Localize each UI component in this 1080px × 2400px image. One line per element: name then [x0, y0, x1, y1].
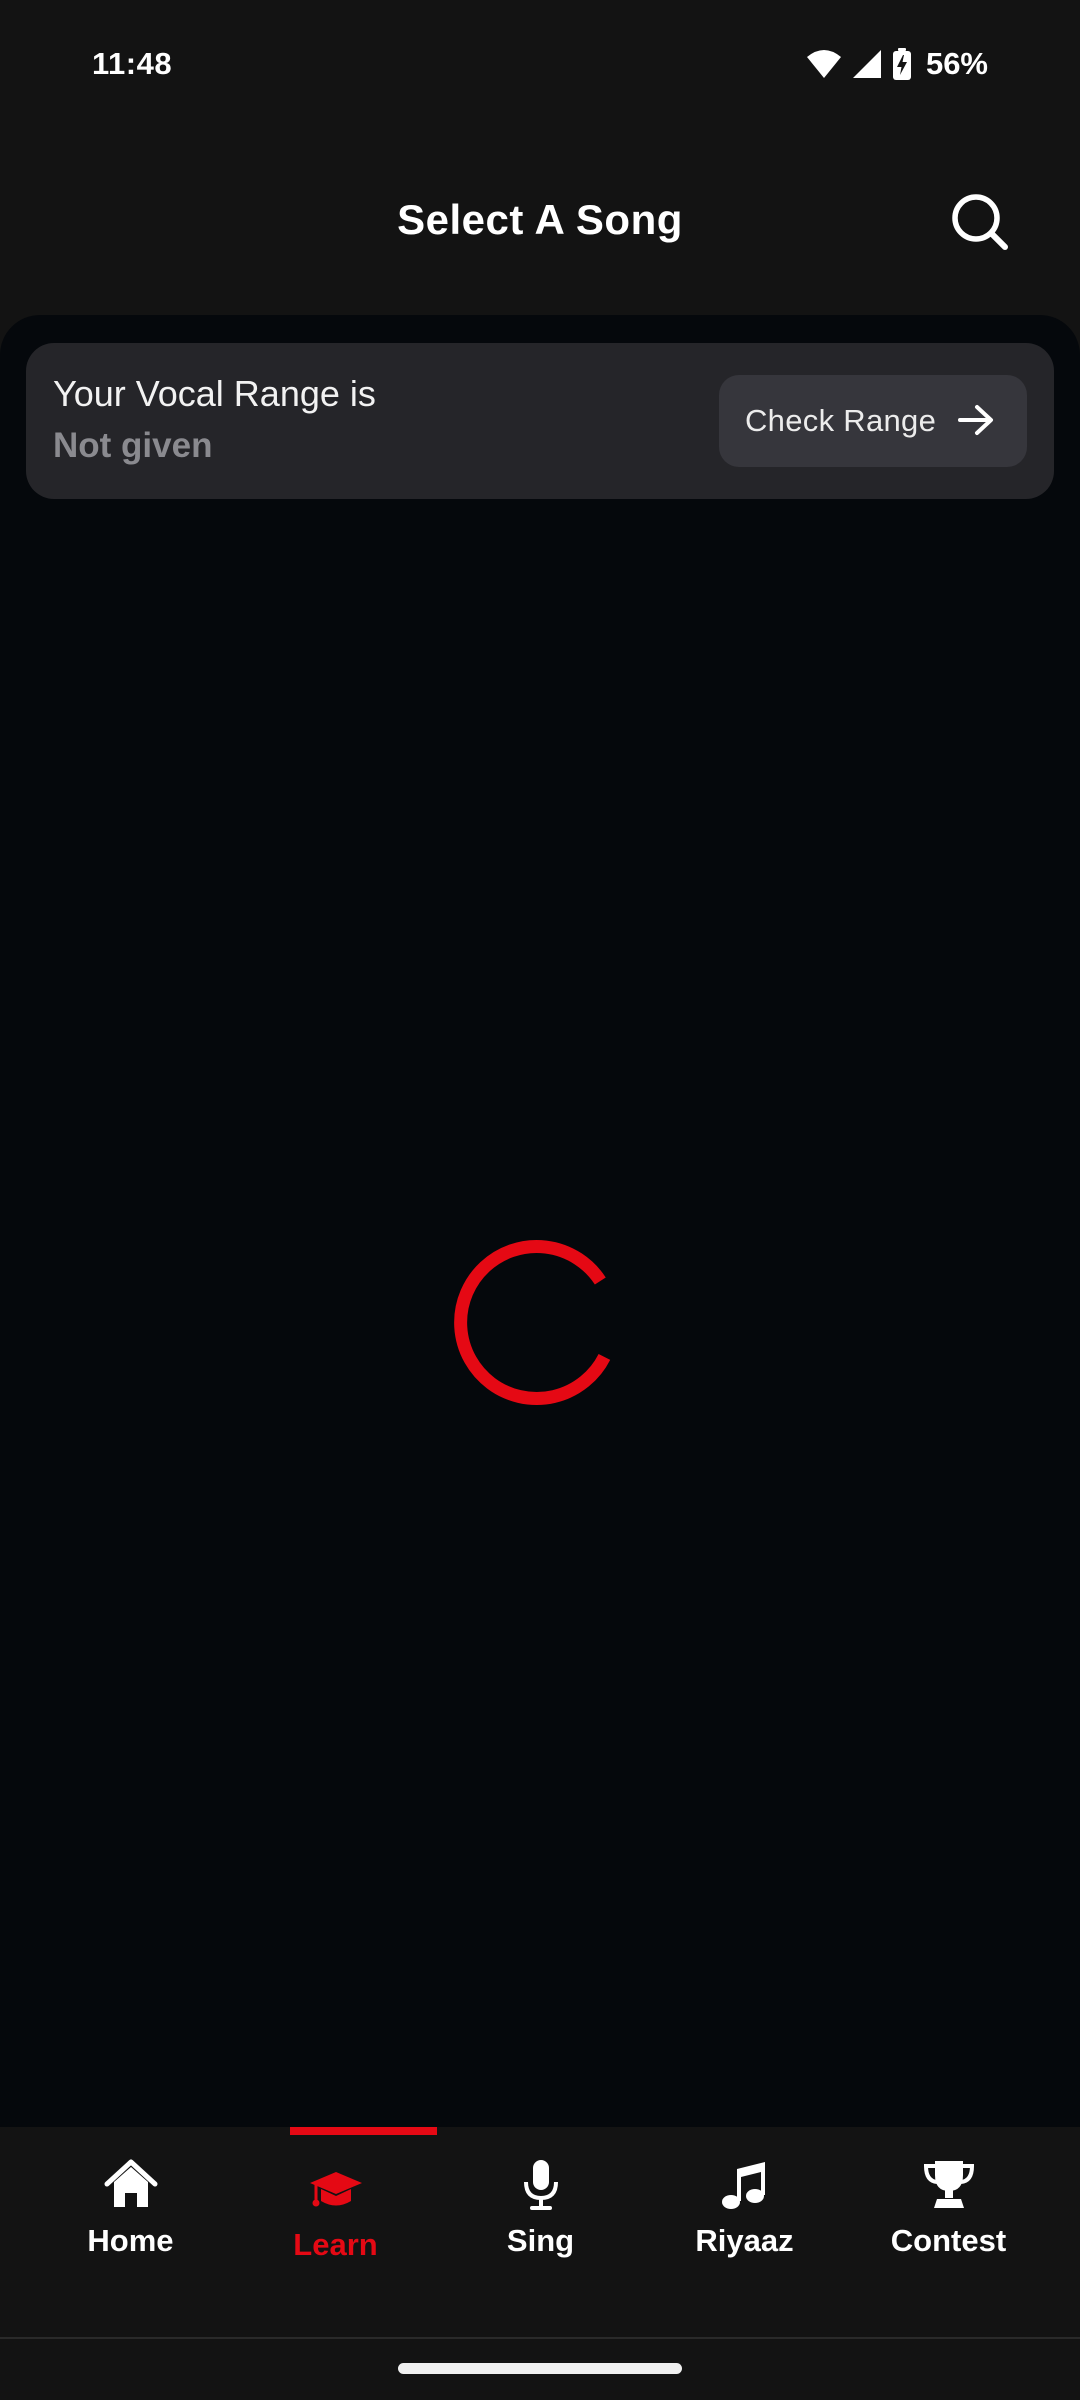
arrow-right-icon	[958, 405, 993, 435]
status-time: 11:48	[92, 46, 173, 81]
nav-label-home: Home	[87, 2223, 174, 2258]
nav-label-riyaaz: Riyaaz	[695, 2223, 794, 2258]
status-bar: 11:48 56%	[0, 0, 1080, 130]
bottom-nav: Home Learn Sing Riyaaz Contest	[0, 2127, 1080, 2337]
nav-item-learn[interactable]: Learn	[233, 2127, 438, 2337]
nav-item-riyaaz[interactable]: Riyaaz	[642, 2127, 847, 2337]
check-range-button[interactable]: Check Range	[719, 375, 1027, 467]
nav-active-indicator	[290, 2127, 437, 2135]
graduation-cap-icon	[309, 2172, 362, 2207]
vocal-range-card: Your Vocal Range is Not given Check Rang…	[26, 343, 1054, 499]
nav-item-home[interactable]: Home	[28, 2127, 233, 2337]
trophy-icon	[923, 2161, 974, 2208]
music-note-icon	[721, 2162, 765, 2209]
home-icon	[104, 2159, 157, 2207]
status-icons: 56%	[806, 44, 988, 84]
cell-signal-icon	[852, 50, 881, 78]
search-icon	[952, 194, 1008, 250]
nav-label-sing: Sing	[506, 2223, 575, 2258]
vocal-range-value: Not given	[53, 426, 213, 465]
nav-divider	[0, 2337, 1080, 2339]
microphone-icon	[523, 2160, 558, 2210]
nav-label-learn: Learn	[293, 2227, 378, 2262]
nav-item-contest[interactable]: Contest	[846, 2127, 1051, 2337]
nav-label-contest: Contest	[890, 2223, 1007, 2258]
main-panel: Your Vocal Range is Not given Check Rang…	[0, 315, 1080, 2127]
loading-spinner	[454, 1240, 611, 1405]
app-bar: Select A Song	[0, 130, 1080, 315]
wifi-icon	[806, 50, 841, 78]
search-button[interactable]	[948, 190, 1012, 254]
vocal-range-label: Your Vocal Range is	[53, 373, 376, 414]
home-indicator-bar[interactable]	[398, 2363, 682, 2374]
nav-item-sing[interactable]: Sing	[438, 2127, 643, 2337]
screen: 11:48 56% Select A Song Your Vocal Range…	[0, 0, 1080, 2400]
battery-charging-icon	[892, 48, 911, 80]
check-range-label: Check Range	[745, 403, 937, 438]
battery-percentage: 56%	[925, 46, 988, 81]
page-title: Select A Song	[397, 196, 683, 243]
